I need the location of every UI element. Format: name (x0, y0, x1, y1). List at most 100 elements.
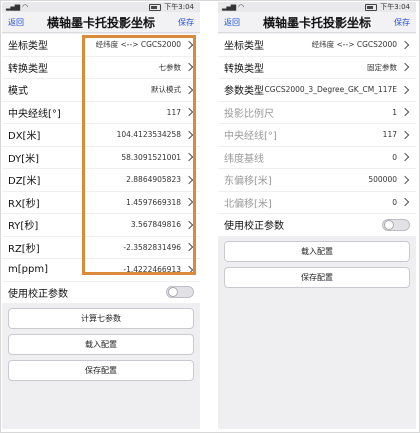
back-button[interactable]: 返回 (224, 17, 240, 28)
setting-label: 投影比例尺 (224, 108, 274, 120)
setting-value-group: 2.8864905823 (126, 175, 194, 184)
save-config-button[interactable]: 保存配置 (8, 360, 194, 381)
chevron-right-icon (400, 85, 410, 94)
setting-row[interactable]: RZ[秒] -2.3582831496 (2, 236, 200, 258)
setting-value-group: 0 (392, 153, 410, 162)
setting-value: 117 (166, 107, 181, 117)
setting-label: m[ppm] (8, 264, 48, 276)
setting-row[interactable]: 坐标类型 经纬度 <--> CGCS2000 (218, 34, 416, 56)
setting-label: DX[米] (8, 131, 41, 143)
setting-value-group: 1 (392, 108, 410, 117)
setting-row[interactable]: 转换类型 七参数 (2, 56, 200, 78)
setting-value-group: 默认模式 (151, 84, 194, 95)
setting-value: -1.4222466913 (123, 265, 181, 275)
chevron-right-icon (400, 63, 410, 72)
signal-icon: ▂▄▆ (222, 3, 236, 11)
setting-row[interactable]: 纬度基线 0 (218, 146, 416, 168)
setting-value-group: 经纬度 <--> CGCS2000 (312, 39, 410, 50)
setting-label: 坐标类型 (224, 41, 264, 53)
toggle-label: 使用校正参数 (224, 221, 284, 233)
setting-row[interactable]: RY[秒] 3.567849816 (2, 214, 200, 236)
setting-label: 纬度基线 (224, 153, 264, 165)
compute-seven-params-button[interactable]: 计算七参数 (8, 308, 194, 329)
setting-label: 北偏移[米] (224, 198, 272, 210)
setting-row[interactable]: DX[米] 104.4123534258 (2, 124, 200, 146)
app-bar: 返回 横轴墨卡托投影坐标 保存 (218, 12, 416, 33)
chevron-right-icon (400, 108, 410, 117)
wifi-icon: ◠ (238, 3, 245, 11)
chevron-right-icon (400, 175, 410, 184)
correction-toggle-row: 使用校正参数 (2, 281, 200, 303)
chevron-right-icon (400, 40, 410, 49)
wifi-icon: ◠ (22, 3, 29, 11)
load-config-button[interactable]: 载入配置 (224, 240, 410, 262)
setting-value-group: -1.4222466913 (123, 265, 194, 274)
setting-label: 东偏移[米] (224, 176, 272, 188)
setting-value: 2.8864905823 (126, 175, 181, 185)
setting-label: RY[秒] (8, 221, 39, 233)
save-button[interactable]: 保存 (394, 17, 410, 28)
setting-row[interactable]: 参数类型 CGCS2000_3_Degree_GK_CM_117E (218, 79, 416, 101)
chevron-right-icon (184, 85, 194, 94)
setting-row[interactable]: 东偏移[米] 500000 (218, 169, 416, 191)
setting-value: 0 (392, 197, 397, 207)
correction-toggle[interactable] (166, 286, 194, 299)
setting-row[interactable]: DZ[米] 2.8864905823 (2, 169, 200, 191)
chevron-right-icon (184, 220, 194, 229)
setting-row[interactable]: 模式 默认模式 (2, 79, 200, 101)
setting-row[interactable]: 北偏移[米] 0 (218, 191, 416, 213)
chevron-right-icon (184, 198, 194, 207)
setting-row[interactable]: DY[米] 58.3091521001 (2, 146, 200, 168)
chevron-right-icon (184, 108, 194, 117)
setting-row[interactable]: 坐标类型 经纬度 <--> CGCS2000 (2, 34, 200, 56)
setting-row[interactable]: RX[秒] 1.4597669318 (2, 191, 200, 213)
setting-row[interactable]: m[ppm] -1.4222466913 (2, 259, 200, 281)
setting-label: DY[米] (8, 153, 40, 165)
setting-value: 117 (382, 130, 397, 140)
status-bar: ▂▄▆ ◠ 下午3:04 (2, 2, 200, 12)
setting-value-group: 500000 (368, 175, 410, 184)
setting-row[interactable]: 转换类型 固定参数 (218, 56, 416, 78)
correction-toggle-row: 使用校正参数 (218, 214, 416, 236)
status-bar: ▂▄▆ ◠ 下午3:04 (218, 2, 416, 12)
setting-value-group: 117 (383, 130, 410, 139)
chevron-right-icon (400, 130, 410, 139)
battery-icon (365, 3, 378, 11)
signal-icon: ▂▄▆ (6, 3, 20, 11)
setting-value-group: 经纬度 <--> CGCS2000 (96, 39, 194, 50)
setting-row[interactable]: 中央经线[°] 117 (218, 124, 416, 146)
setting-value: 七参数 (158, 62, 182, 72)
setting-value: -2.3582831496 (123, 242, 181, 252)
setting-label: 模式 (8, 86, 28, 98)
toggle-knob (168, 287, 178, 298)
load-config-button[interactable]: 载入配置 (8, 334, 194, 355)
setting-value: CGCS2000_3_Degree_GK_CM_117E (264, 85, 397, 95)
setting-value-group: 七参数 (159, 62, 195, 73)
chevron-right-icon (184, 130, 194, 139)
battery-icon (149, 3, 162, 11)
setting-label: 中央经线[°] (8, 108, 61, 120)
toggle-label: 使用校正参数 (8, 288, 68, 300)
setting-value: 经纬度 <--> CGCS2000 (311, 40, 397, 50)
setting-value-group: 3.567849816 (131, 220, 194, 229)
chevron-right-icon (184, 243, 194, 252)
back-button[interactable]: 返回 (8, 17, 24, 28)
save-button[interactable]: 保存 (178, 17, 194, 28)
setting-row[interactable]: 中央经线[°] 117 (2, 101, 200, 123)
correction-toggle[interactable] (382, 218, 410, 231)
setting-row[interactable]: 投影比例尺 1 (218, 101, 416, 123)
setting-value-group: 1.4597669318 (126, 198, 194, 207)
setting-label: RZ[秒] (8, 243, 40, 255)
setting-label: DZ[米] (8, 176, 41, 188)
page-title: 横轴墨卡托投影坐标 (46, 15, 155, 30)
setting-label: 转换类型 (224, 63, 264, 75)
setting-value-group: -2.3582831496 (123, 243, 194, 252)
phone-screen-right: ▂▄▆ ◠ 下午3:04 返回 横轴墨卡托投影坐标 保存 坐标类型 经纬度 <--… (218, 2, 416, 429)
chevron-right-icon (184, 265, 194, 274)
save-config-button[interactable]: 保存配置 (224, 266, 410, 288)
setting-value: 0 (392, 152, 397, 162)
chevron-right-icon (184, 153, 194, 162)
setting-label: 参数类型 (224, 86, 264, 98)
setting-value: 500000 (368, 175, 397, 185)
setting-value-group: 58.3091521001 (121, 153, 194, 162)
